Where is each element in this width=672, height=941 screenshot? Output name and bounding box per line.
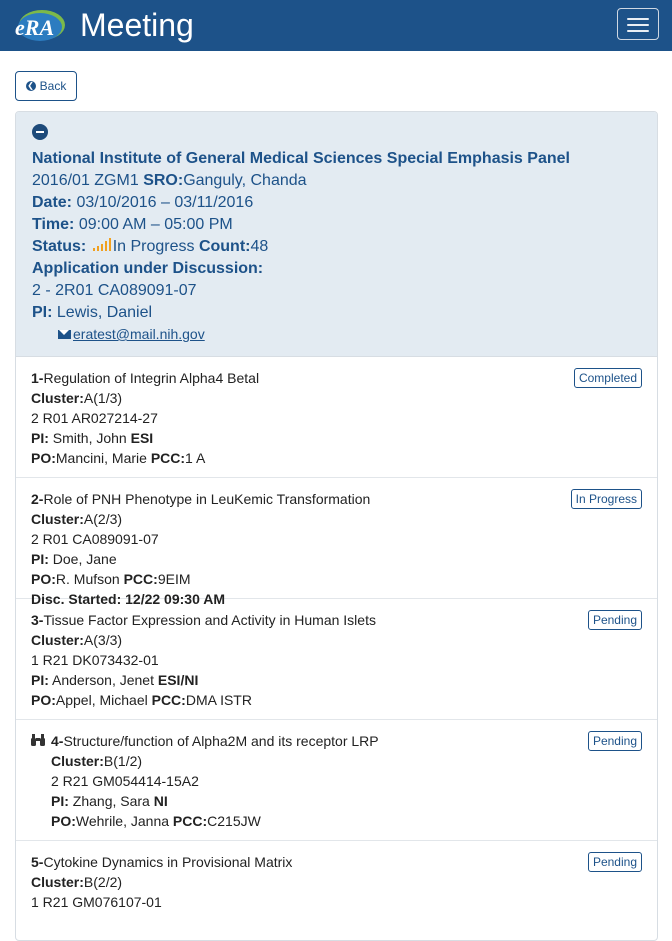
pi-flag: ESI (130, 430, 154, 446)
pi-label: PI: (31, 672, 49, 688)
status-badge: Pending (587, 731, 642, 751)
pi-label: PI: (31, 430, 49, 446)
svg-text:eRA: eRA (15, 15, 54, 40)
date-label: Date: (32, 194, 73, 211)
cluster-label: Cluster: (31, 511, 84, 527)
status-value: In Progress (112, 238, 195, 255)
application-item[interactable]: 3-Tissue Factor Expression and Activity … (16, 599, 657, 720)
cluster-label: Cluster: (31, 390, 84, 406)
pi-value: Lewis, Daniel (56, 304, 153, 321)
pi-label: PI: (32, 304, 53, 321)
po-value: R. Mufson (55, 571, 120, 587)
binoculars-icon (31, 734, 45, 746)
era-logo[interactable]: eRA (13, 8, 66, 44)
app-under-discussion-label: Application under Discussion: (32, 260, 264, 277)
po-label: PO: (31, 571, 56, 587)
application-item[interactable]: 4-Structure/function of Alpha2M and its … (16, 720, 657, 841)
cluster-value: A(3/3) (83, 632, 123, 648)
item-title: Structure/function of Alpha2M and its re… (63, 733, 379, 749)
item-title: Tissue Factor Expression and Activity in… (43, 612, 376, 628)
meeting-details: National Institute of General Medical Sc… (16, 112, 657, 357)
cluster-label: Cluster: (31, 632, 84, 648)
count-value: 48 (250, 238, 269, 255)
meeting-card: National Institute of General Medical Sc… (15, 111, 658, 941)
sro-value: Ganguly, Chanda (183, 172, 307, 189)
grant-number: 2 R01 CA089091-07 (31, 531, 159, 547)
meeting-code-line: 2016/01 ZGM1 SRO:Ganguly, Chanda (32, 170, 641, 192)
po-value: Mancini, Marie (55, 450, 147, 466)
grant-number: 1 R21 GM076107-01 (31, 894, 162, 910)
top-nav-bar: eRA Meeting (0, 0, 672, 51)
sro-label: SRO: (143, 172, 184, 189)
po-label: PO: (31, 450, 56, 466)
meeting-time-line: Time: 09:00 AM – 05:00 PM (32, 214, 641, 236)
hamburger-menu-button[interactable] (617, 8, 659, 40)
meeting-code: 2016/01 ZGM1 (32, 172, 139, 189)
back-button[interactable]: ❮ Back (15, 71, 77, 101)
signal-bars-icon (92, 238, 111, 251)
email-text: eratest@mail.nih.gov (73, 326, 205, 342)
page-title: Meeting (80, 7, 194, 43)
pcc-label: PCC: (151, 692, 186, 708)
back-label: Back (39, 79, 67, 93)
application-item[interactable]: 1-Regulation of Integrin Alpha4 Betal Cl… (16, 357, 657, 478)
pcc-value: DMA ISTR (185, 692, 252, 708)
pcc-label: PCC: (123, 571, 158, 587)
pcc-value: 9EIM (157, 571, 191, 587)
item-title: Cytokine Dynamics in Provisional Matrix (43, 854, 293, 870)
pcc-value: 1 A (185, 450, 206, 466)
application-item[interactable]: 5-Cytokine Dynamics in Provisional Matri… (16, 841, 657, 940)
app-under-discussion-value: 2 - 2R01 CA089091-07 (32, 282, 197, 299)
po-label: PO: (31, 692, 56, 708)
po-value: Wehrile, Janna (75, 813, 170, 829)
pi-flag: ESI/NI (157, 672, 199, 688)
item-number: 5- (31, 854, 44, 870)
cluster-label: Cluster: (31, 874, 84, 890)
pcc-label: PCC: (150, 450, 186, 466)
pi-value: Doe, Jane (52, 551, 117, 567)
po-label: PO: (51, 813, 76, 829)
meeting-pi-line: PI: Lewis, Daniel (32, 302, 641, 324)
pcc-label: PCC: (172, 813, 208, 829)
pcc-value: C215JW (207, 813, 261, 829)
item-number: 2- (31, 491, 44, 507)
cluster-label: Cluster: (51, 753, 104, 769)
status-badge: Pending (587, 852, 642, 872)
item-number: 3- (31, 612, 44, 628)
time-value: 09:00 AM – 05:00 PM (78, 216, 233, 233)
collapse-icon[interactable] (32, 124, 48, 140)
meeting-name: National Institute of General Medical Sc… (32, 150, 570, 167)
meeting-date-line: Date: 03/10/2016 – 03/11/2016 (32, 192, 641, 214)
envelope-icon (58, 329, 71, 339)
pi-flag: NI (153, 793, 168, 809)
cluster-value: B(1/2) (103, 753, 143, 769)
cluster-value: B(2/2) (83, 874, 123, 890)
grant-number: 2 R21 GM054414-15A2 (51, 773, 199, 789)
cluster-value: A(1/3) (83, 390, 123, 406)
meeting-status-line: Status: In Progress Count:48 (32, 236, 641, 258)
application-item[interactable]: 2-Role of PNH Phenotype in LeuKemic Tran… (16, 478, 657, 607)
status-badge: In Progress (570, 489, 642, 509)
chevron-left-icon: ❮ (25, 81, 36, 91)
grant-number: 1 R21 DK073432-01 (31, 652, 159, 668)
pi-label: PI: (31, 551, 49, 567)
item-number: 4- (51, 733, 64, 749)
cluster-value: A(2/3) (83, 511, 123, 527)
status-badge: Completed (573, 368, 642, 388)
grant-number: 2 R01 AR027214-27 (31, 410, 158, 426)
status-badge: Pending (587, 610, 642, 630)
pi-label: PI: (51, 793, 69, 809)
pi-value: Anderson, Jenet (52, 672, 154, 688)
item-title: Role of PNH Phenotype in LeuKemic Transf… (43, 491, 371, 507)
po-value: Appel, Michael (55, 692, 148, 708)
status-label: Status: (32, 238, 87, 255)
count-label: Count: (198, 238, 251, 255)
time-label: Time: (32, 216, 75, 233)
pi-value: Zhang, Sara (72, 793, 150, 809)
email-link[interactable]: eratest@mail.nih.gov (58, 326, 641, 342)
date-value: 03/10/2016 – 03/11/2016 (76, 194, 254, 211)
pi-value: Smith, John (52, 430, 127, 446)
item-number: 1- (31, 370, 44, 386)
item-title: Regulation of Integrin Alpha4 Betal (43, 370, 260, 386)
